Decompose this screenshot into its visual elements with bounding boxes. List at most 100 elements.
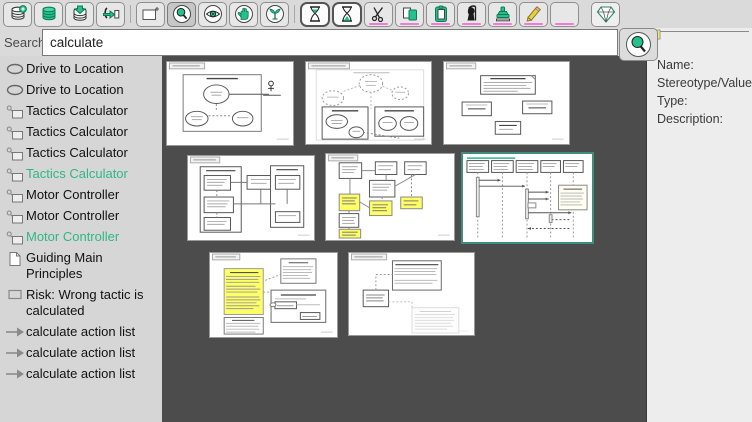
result-item-action[interactable]: calculate action list — [0, 321, 162, 342]
result-item-component[interactable]: Motor Controller — [0, 205, 162, 226]
search-icon — [172, 4, 192, 24]
thumbnail-use-case-overview[interactable] — [166, 61, 294, 146]
thumbnail-risk-notes[interactable] — [348, 252, 475, 336]
component-icon — [4, 186, 26, 203]
eye-icon — [203, 4, 223, 24]
new-database-button[interactable] — [3, 2, 32, 27]
result-item-label: Tactics Calculator — [26, 144, 128, 161]
diagram-canvas — [162, 56, 646, 422]
usecase-icon — [4, 81, 26, 97]
search-bar: Search: — [0, 28, 660, 56]
search-results-list: Drive to Location Drive to Location Tact… — [0, 56, 162, 422]
pencil-icon — [524, 4, 544, 24]
result-item-label: Drive to Location — [26, 60, 124, 77]
new-diagram-button[interactable] — [136, 2, 165, 27]
open-database-button[interactable] — [34, 2, 63, 27]
import-database-button[interactable] — [65, 2, 94, 27]
view-mode-button[interactable] — [198, 2, 227, 27]
gem-button[interactable] — [591, 2, 620, 27]
component-icon — [4, 123, 26, 140]
thumbnail-architecture-blocks[interactable] — [187, 155, 315, 241]
copy-icon — [400, 4, 420, 24]
grow-mode-button[interactable] — [260, 2, 289, 27]
pan-mode-button[interactable] — [229, 2, 258, 27]
result-item-label: Risk: Wrong tactic is calculated — [26, 286, 162, 319]
result-item-component-highlighted[interactable]: Tactics Calculator — [0, 163, 162, 184]
result-item-label: Motor Controller — [26, 207, 119, 224]
usecase-icon — [4, 60, 26, 76]
search-icon — [625, 31, 652, 58]
action-arrow-icon — [4, 365, 26, 381]
thumbnail-guiding-principles-notes[interactable] — [209, 252, 338, 338]
search-go-button[interactable] — [619, 28, 658, 61]
component-icon — [4, 228, 26, 245]
result-item-label: calculate action list — [26, 323, 135, 340]
stamp-button[interactable] — [488, 2, 517, 27]
search-mode-button[interactable] — [167, 2, 196, 27]
search-input[interactable] — [42, 29, 618, 56]
blank-icon — [555, 4, 575, 24]
result-item-component[interactable]: Tactics Calculator — [0, 142, 162, 163]
toolbar — [0, 0, 752, 28]
history-forward-button[interactable] — [332, 2, 362, 27]
stamp-icon — [493, 4, 513, 24]
type-field-label: Type: — [657, 92, 752, 110]
result-item-label: Motor Controller — [26, 228, 119, 245]
result-item-component[interactable]: Motor Controller — [0, 184, 162, 205]
result-item-usecase[interactable]: Drive to Location — [0, 79, 162, 100]
database-import-icon — [70, 4, 90, 24]
result-item-label: Tactics Calculator — [26, 123, 128, 140]
component-icon — [4, 165, 26, 182]
action-arrow-icon — [4, 323, 26, 339]
result-item-label: Tactics Calculator — [26, 165, 128, 182]
result-item-component[interactable]: Tactics Calculator — [0, 121, 162, 142]
risk-icon — [4, 286, 26, 301]
paste-icon — [431, 4, 451, 24]
result-item-action[interactable]: calculate action list — [0, 363, 162, 384]
result-item-usecase[interactable]: Drive to Location — [0, 58, 162, 79]
thumbnail-solution-strategy[interactable] — [443, 61, 570, 145]
result-item-note[interactable]: Guiding Main Principles — [0, 247, 162, 284]
stereotype-field-label: Stereotype/Valuetype: — [657, 74, 752, 92]
note-icon — [4, 249, 26, 267]
copy-button[interactable] — [395, 2, 424, 27]
delete-button[interactable] — [457, 2, 486, 27]
component-icon — [4, 144, 26, 161]
cut-icon — [369, 4, 389, 24]
hourglass-end-icon — [338, 4, 356, 24]
history-back-button[interactable] — [300, 2, 330, 27]
export-icon — [101, 4, 121, 24]
toolbar-separator — [130, 5, 131, 23]
plant-icon — [265, 4, 285, 24]
inspector-fields: Name: Stereotype/Valuetype: Type: Descri… — [647, 28, 752, 128]
edit-button[interactable] — [519, 2, 548, 27]
component-icon — [4, 102, 26, 119]
blank-button[interactable] — [550, 2, 579, 27]
thumbnail-use-cases-and-tasks[interactable] — [305, 61, 432, 145]
paste-button[interactable] — [426, 2, 455, 27]
result-item-label: Tactics Calculator — [26, 102, 128, 119]
result-item-component[interactable]: Tactics Calculator — [0, 100, 162, 121]
thumbnail-sequence-diagram-selected[interactable] — [461, 152, 594, 244]
result-item-label: Motor Controller — [26, 186, 119, 203]
description-field-label: Description: — [657, 110, 752, 128]
cut-button[interactable] — [364, 2, 393, 27]
new-diagram-icon — [141, 4, 161, 24]
result-item-risk[interactable]: Risk: Wrong tactic is calculated — [0, 284, 162, 321]
result-item-label: Drive to Location — [26, 81, 124, 98]
hand-icon — [234, 4, 254, 24]
reaper-icon — [462, 4, 482, 24]
result-item-component-highlighted[interactable]: Motor Controller — [0, 226, 162, 247]
result-item-label: calculate action list — [26, 365, 135, 382]
export-button[interactable] — [96, 2, 125, 27]
result-item-action[interactable]: calculate action list — [0, 342, 162, 363]
gem-icon — [595, 3, 617, 25]
toolbar-separator — [294, 5, 295, 23]
properties-panel: Name: Stereotype/Valuetype: Type: Descri… — [646, 28, 752, 422]
result-item-label: calculate action list — [26, 344, 135, 361]
thumbnail-deployment-partitions[interactable] — [325, 153, 455, 241]
database-add-icon — [8, 4, 28, 24]
result-item-label: Guiding Main Principles — [26, 249, 162, 282]
action-arrow-icon — [4, 344, 26, 360]
database-icon — [39, 4, 59, 24]
